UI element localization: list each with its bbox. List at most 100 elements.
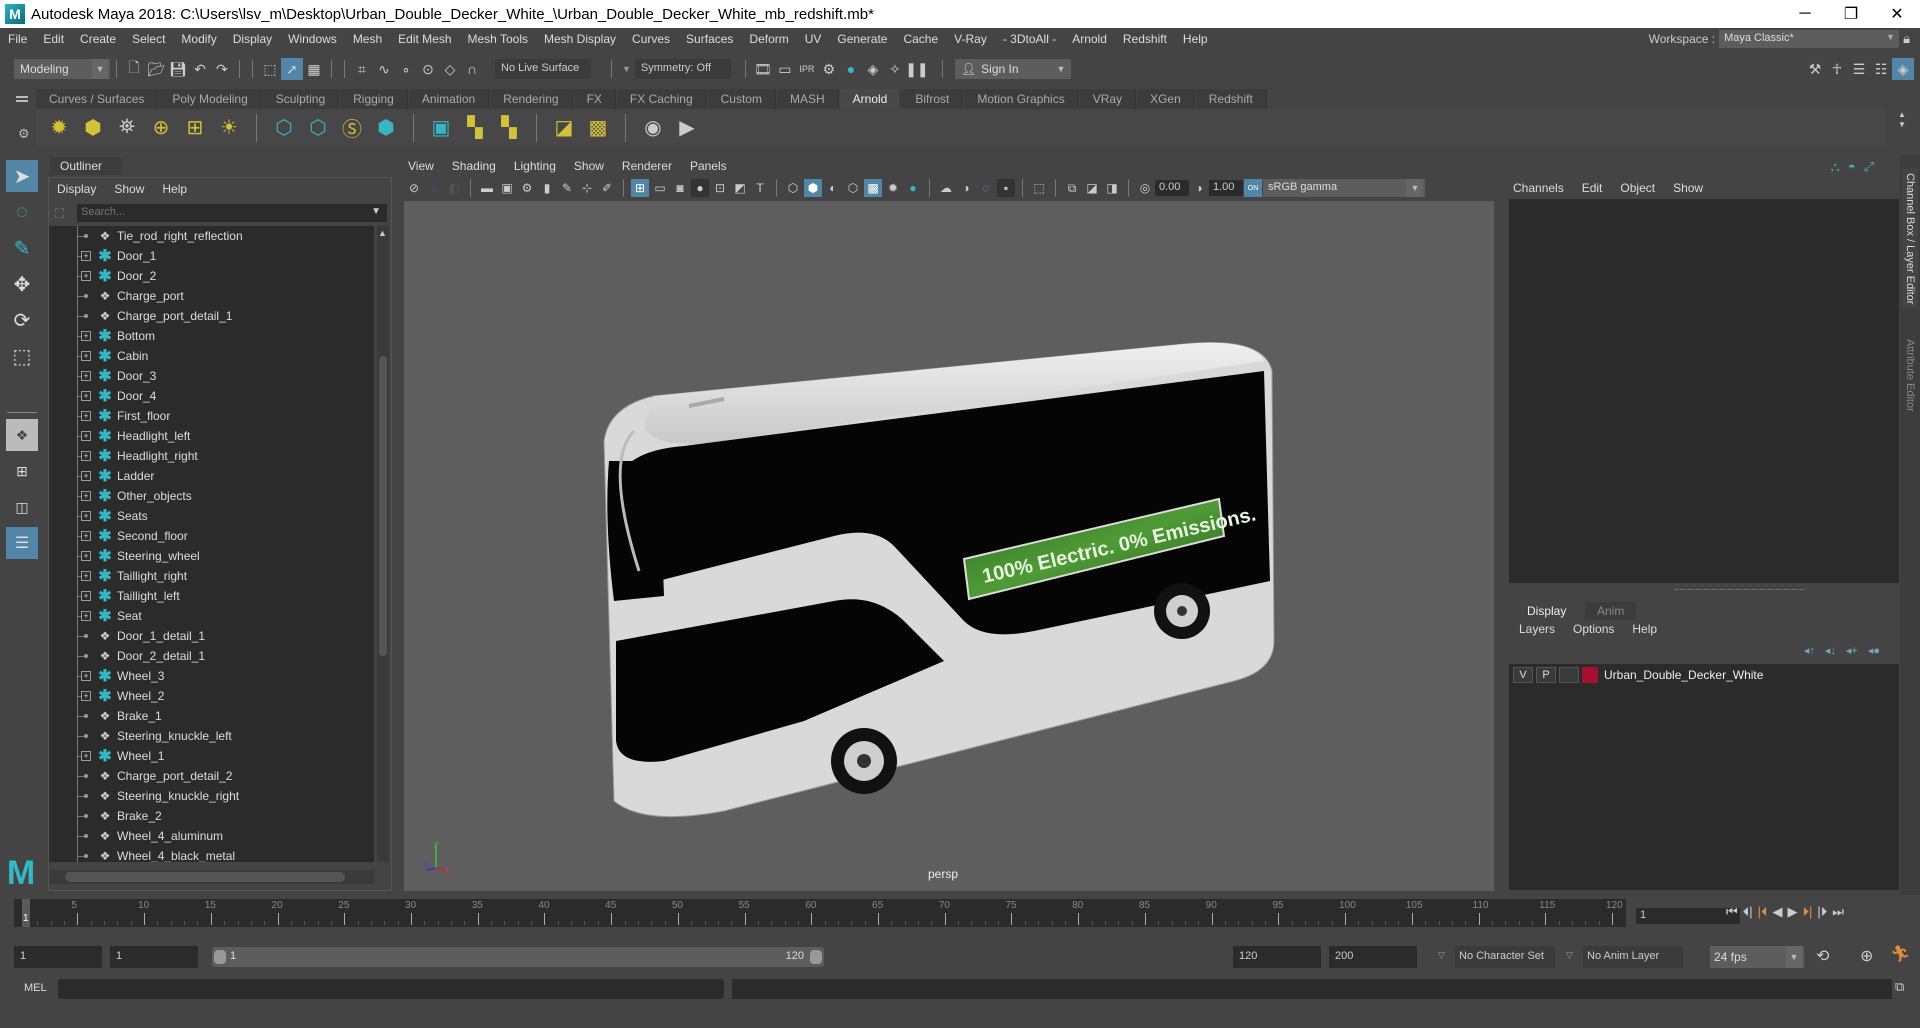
lasso-tool-icon[interactable]: ◌: [6, 196, 38, 228]
shelf-tab-animation[interactable]: Animation: [408, 89, 490, 109]
undo-icon[interactable]: ↶: [189, 58, 211, 80]
textured-icon[interactable]: ▩: [864, 179, 882, 197]
menu-generate[interactable]: Generate: [829, 32, 895, 46]
standin-icon[interactable]: ⬡: [270, 114, 298, 142]
play-forwards-icon[interactable]: ▶: [1787, 904, 1797, 920]
pencil-icon[interactable]: ✐: [598, 179, 616, 197]
outliner-item[interactable]: + ✱ Door_2: [49, 266, 374, 286]
depth-of-field-icon[interactable]: ▪: [997, 179, 1015, 197]
menu-v-ray[interactable]: V-Ray: [946, 32, 995, 46]
outliner-item[interactable]: ❖ Charge_port_detail_2: [49, 766, 374, 786]
shelf-tab-bifrost[interactable]: Bifrost: [902, 89, 964, 109]
gate-mask-icon[interactable]: ●: [691, 179, 709, 197]
curve-collector-icon[interactable]: Ⓢ: [338, 114, 366, 142]
lock-camera-icon[interactable]: ●: [425, 179, 443, 197]
outliner-item[interactable]: + ✱ Door_4: [49, 386, 374, 406]
minimize-button[interactable]: ─: [1782, 0, 1828, 28]
expand-icon[interactable]: +: [81, 611, 91, 621]
expand-icon[interactable]: +: [81, 251, 91, 261]
flush-textures-icon[interactable]: ▩: [584, 114, 612, 142]
scroll-up-icon[interactable]: ▲: [378, 228, 387, 238]
close-button[interactable]: ✕: [1874, 0, 1920, 28]
film-gate-icon[interactable]: ▭: [651, 179, 669, 197]
snap-view-plane-icon[interactable]: ⊙: [417, 58, 439, 80]
shelf-tab-sculpting[interactable]: Sculpting: [262, 89, 340, 109]
outliner-item[interactable]: ❖ Charge_port_detail_1: [49, 306, 374, 326]
shelf-tab-vray[interactable]: VRay: [1079, 89, 1137, 109]
shelf-tab-curves-surfaces[interactable]: Curves / Surfaces: [36, 89, 159, 109]
sign-in-button[interactable]: 👤︎ Sign In ▼: [954, 59, 1071, 79]
step-forward-key-icon[interactable]: ⏵|: [1802, 904, 1812, 920]
menu-3dtoall[interactable]: - 3DtoAll -: [995, 32, 1064, 46]
expand-icon[interactable]: +: [81, 371, 91, 381]
outliner-item[interactable]: ❖ Door_2_detail_1: [49, 646, 374, 666]
area-light-icon[interactable]: ⬢: [79, 114, 107, 142]
outliner-menu-help[interactable]: Help: [162, 182, 187, 196]
select-camera-icon[interactable]: ⊘: [405, 179, 423, 197]
script-editor-icon[interactable]: ⧉: [1895, 979, 1904, 995]
snap-curve-icon[interactable]: ∿: [373, 58, 395, 80]
workspace-dropdown[interactable]: Maya Classic*: [1719, 30, 1900, 48]
open-scene-icon[interactable]: 📂︎: [145, 58, 167, 80]
shelf-scroll-icon[interactable]: ▲ ▼: [1898, 110, 1906, 130]
layer-visibility-toggle[interactable]: V: [1513, 667, 1533, 683]
shelf-settings-icon[interactable]: ⚙: [18, 126, 30, 142]
symmetry-field[interactable]: Symmetry: Off: [634, 59, 731, 79]
layer-menu-layers[interactable]: Layers: [1519, 622, 1555, 636]
outliner-item[interactable]: + ✱ Cabin: [49, 346, 374, 366]
expand-icon[interactable]: +: [81, 751, 91, 761]
viewport-menu-panels[interactable]: Panels: [690, 159, 727, 173]
save-scene-icon[interactable]: 💾︎: [167, 58, 189, 80]
3d-scene[interactable]: 100% Electric. 0% Emissions. y z x persp: [404, 201, 1494, 891]
time-ruler[interactable]: 1 5 10 15 20 25 30 35 40 45 50 55 60 65 70 75 80 85 90 95 10…: [14, 899, 1626, 927]
outliner-item[interactable]: + ✱ Seats: [49, 506, 374, 526]
skydome-light-icon[interactable]: ✹: [45, 114, 73, 142]
layer-row[interactable]: V P Urban_Double_Decker_White: [1513, 666, 1763, 684]
flush-cache-icon[interactable]: ◪: [550, 114, 578, 142]
snap-point-icon[interactable]: ∘: [395, 58, 417, 80]
color-space-dropdown[interactable]: sRGB gamma ▼: [1263, 179, 1425, 197]
outliner-tab[interactable]: Outliner: [50, 157, 122, 175]
viewport-menu-shading[interactable]: Shading: [452, 159, 496, 173]
light-portal-icon[interactable]: ⊞: [181, 114, 209, 142]
lock-icon[interactable]: 🔒︎: [1903, 31, 1910, 47]
new-layer-from-selection-icon[interactable]: ◂●: [1868, 644, 1880, 657]
expand-icon[interactable]: +: [81, 271, 91, 281]
outliner-item[interactable]: ❖ Brake_1: [49, 706, 374, 726]
four-pane-layout-icon[interactable]: ⊞: [6, 455, 38, 487]
menu-help[interactable]: Help: [1175, 32, 1216, 46]
outliner-item[interactable]: + ✱ Wheel_2: [49, 686, 374, 706]
single-pane-layout-icon[interactable]: ❖: [6, 419, 38, 451]
filter-icon[interactable]: ⛶: [55, 206, 64, 222]
current-frame-field[interactable]: 1: [1636, 908, 1740, 924]
exposure-icon[interactable]: ◎: [1136, 179, 1154, 197]
expand-icon[interactable]: +: [81, 511, 91, 521]
scale-tool-icon[interactable]: ⬚: [6, 340, 38, 372]
expand-icon[interactable]: +: [81, 451, 91, 461]
tab-attribute-editor[interactable]: Attribute Editor: [1902, 335, 1918, 416]
outliner-item[interactable]: + ✱ Bottom: [49, 326, 374, 346]
shelf-tab-mash[interactable]: MASH: [776, 89, 839, 109]
paint-select-tool-icon[interactable]: ✎: [6, 232, 38, 264]
float-panel-icon[interactable]: ⤢: [1864, 159, 1874, 175]
bus-model[interactable]: 100% Electric. 0% Emissions.: [404, 201, 1494, 891]
range-slider[interactable]: 1 120: [212, 947, 824, 967]
chevron-down-icon[interactable]: ▽: [1438, 950, 1445, 961]
expand-icon[interactable]: +: [81, 411, 91, 421]
live-surface-field[interactable]: No Live Surface: [495, 59, 591, 79]
menu-windows[interactable]: Windows: [280, 32, 345, 46]
isolate-select-icon[interactable]: ⬚: [1030, 179, 1048, 197]
layer-playback-toggle[interactable]: P: [1536, 667, 1556, 683]
grease-pencil-icon[interactable]: ✎: [558, 179, 576, 197]
chevron-down-icon[interactable]: ▽: [1566, 950, 1573, 961]
expand-icon[interactable]: +: [81, 591, 91, 601]
viewport-menu-lighting[interactable]: Lighting: [514, 159, 556, 173]
snap-grid-icon[interactable]: ⌗: [351, 58, 373, 80]
channel-box-menu-edit[interactable]: Edit: [1582, 181, 1603, 195]
two-pane-layout-icon[interactable]: ◫: [6, 491, 38, 523]
hypershade-icon[interactable]: ●: [840, 58, 862, 80]
playback-start-field[interactable]: 1: [110, 946, 198, 968]
animation-start-field[interactable]: 1: [14, 946, 102, 968]
expand-icon[interactable]: +: [81, 551, 91, 561]
layer-display-type-toggle[interactable]: [1559, 667, 1579, 683]
